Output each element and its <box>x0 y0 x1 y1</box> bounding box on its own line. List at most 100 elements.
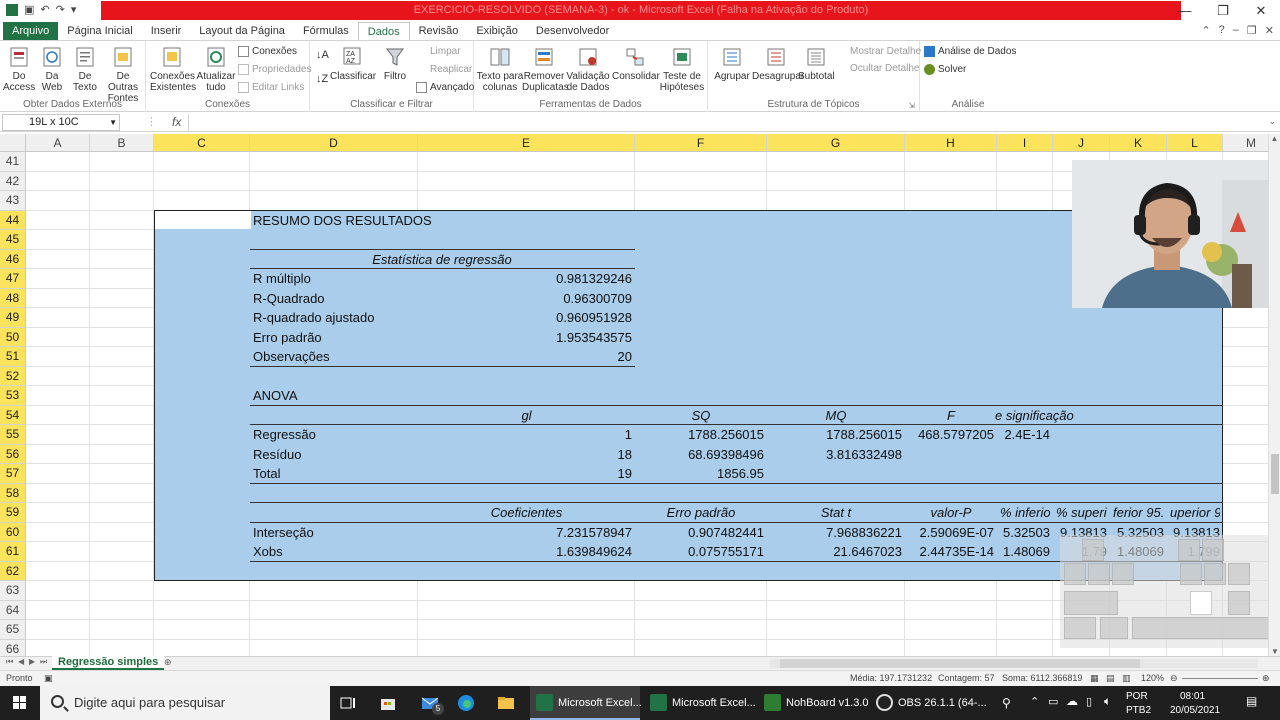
row-header-43[interactable]: 43 <box>0 191 26 211</box>
existing-connections-button[interactable]: Conexões Existentes <box>150 45 196 93</box>
taskbar-search-box[interactable]: Digite aqui para pesquisar <box>40 686 330 720</box>
column-header-i[interactable]: I <box>997 134 1053 152</box>
redo-icon[interactable]: ↷ <box>56 3 65 16</box>
row-header-58[interactable]: 58 <box>0 483 26 503</box>
what-if-analysis-button[interactable]: Teste de Hipóteses <box>658 45 706 93</box>
regression-stat-label[interactable]: Erro padrão <box>253 328 415 347</box>
tab-inserir[interactable]: Inserir <box>142 22 191 40</box>
column-header-j[interactable]: J <box>1053 134 1110 152</box>
people-icon[interactable]: ⚲ <box>1002 696 1011 710</box>
row-header-55[interactable]: 55 <box>0 425 26 445</box>
tab-layout-da-pagina[interactable]: Layout da Página <box>190 22 294 40</box>
taskbar-app-obs[interactable]: OBS 26.1.1 (64-... <box>870 686 987 720</box>
row-header-48[interactable]: 48 <box>0 288 26 308</box>
sheet-nav-prev-icon[interactable]: ◀ <box>18 657 24 666</box>
data-validation-button[interactable]: Validação de Dados <box>566 45 610 93</box>
data-analysis-button[interactable]: Análise de Dados <box>924 46 1016 57</box>
insert-function-icon[interactable]: fx <box>172 115 181 129</box>
row-header-56[interactable]: 56 <box>0 444 26 464</box>
remove-duplicates-button[interactable]: Remover Duplicatas <box>522 45 569 93</box>
anova-value-cell[interactable] <box>1000 445 1050 464</box>
regression-stat-value[interactable]: 0.981329246 <box>421 269 632 288</box>
coef-value-cell[interactable]: 2.44735E-14 <box>908 542 994 561</box>
row-header-61[interactable]: 61 <box>0 542 26 562</box>
column-header-c[interactable]: C <box>154 134 250 152</box>
row-header-65[interactable]: 65 <box>0 620 26 640</box>
mail-app[interactable]: 5 <box>418 686 444 720</box>
column-header-m[interactable]: M <box>1223 134 1268 152</box>
name-box[interactable]: 19L x 10C ▼ <box>2 114 120 131</box>
taskbar-app-excel-2[interactable]: Microsoft Excel... <box>644 686 756 720</box>
expand-formula-bar-icon[interactable]: ⌄ <box>1268 116 1276 127</box>
from-text-button[interactable]: De Texto <box>69 45 101 93</box>
minimize-button[interactable]: — <box>1166 0 1204 22</box>
tab-formulas[interactable]: Fórmulas <box>294 22 358 40</box>
help-icon[interactable]: ? <box>1219 24 1225 37</box>
regression-stats-header-cell[interactable]: Estatística de regressão <box>253 250 631 269</box>
keyboard-layout-indicator[interactable]: PTB2 <box>1126 705 1151 716</box>
text-to-columns-button[interactable]: Texto para colunas <box>476 45 524 93</box>
anova-value-cell[interactable] <box>908 445 994 464</box>
coef-header-cell[interactable]: % inferior <box>1000 503 1050 522</box>
anova-header-cell[interactable]: e significação <box>995 406 1085 425</box>
anova-value-cell[interactable]: 68.69398496 <box>638 445 764 464</box>
anova-value-cell[interactable]: 1856.95 <box>638 464 764 483</box>
column-header-d[interactable]: D <box>250 134 418 152</box>
coef-row-label[interactable]: Xobs <box>253 542 415 561</box>
tab-desenvolvedor[interactable]: Desenvolvedor <box>527 22 618 40</box>
summary-title-cell[interactable]: RESUMO DOS RESULTADOS <box>253 211 432 230</box>
tab-revisao[interactable]: Revisão <box>410 22 468 40</box>
coef-header-cell[interactable]: valor-P <box>908 503 994 522</box>
coef-value-cell[interactable]: 0.907482441 <box>638 523 764 542</box>
coef-value-cell[interactable]: 5.32503 <box>1000 523 1050 542</box>
row-header-53[interactable]: 53 <box>0 386 26 406</box>
coef-header-cell[interactable]: uperior 95.0% <box>1170 503 1220 522</box>
coef-value-cell[interactable]: 7.231578947 <box>421 523 632 542</box>
horizontal-scrollbar[interactable] <box>770 659 1258 668</box>
close-button[interactable]: ✕ <box>1242 0 1280 22</box>
language-indicator[interactable]: POR <box>1126 691 1148 702</box>
anova-value-cell[interactable] <box>908 464 994 483</box>
advanced-button[interactable]: Avançado <box>416 82 474 93</box>
connections-button[interactable]: Conexões <box>238 46 297 57</box>
reapply-button[interactable]: Reaplicar <box>416 64 472 75</box>
tab-dados[interactable]: Dados <box>357 22 410 40</box>
page-break-view-icon[interactable]: ▥ <box>1122 673 1131 684</box>
edge-browser-icon[interactable] <box>456 693 476 713</box>
clear-button[interactable]: Limpar <box>416 46 461 57</box>
column-header-h[interactable]: H <box>905 134 997 152</box>
tab-pagina-inicial[interactable]: Página Inicial <box>58 22 141 40</box>
vertical-scrollbar[interactable]: ▲ ▼ <box>1268 134 1280 656</box>
regression-stat-value[interactable]: 0.96300709 <box>421 289 632 308</box>
tab-arquivo[interactable]: Arquivo <box>3 22 59 40</box>
zoom-in-icon[interactable]: ⊕ <box>1262 673 1270 684</box>
anova-value-cell[interactable]: 468.5797205 <box>908 425 994 444</box>
row-header-54[interactable]: 54 <box>0 405 26 425</box>
edit-links-button[interactable]: Editar Links <box>238 82 304 93</box>
coef-header-cell[interactable]: % superior <box>1056 503 1107 522</box>
coef-row-label[interactable]: Interseção <box>253 523 415 542</box>
show-detail-button[interactable]: Mostrar Detalhe <box>836 46 921 57</box>
row-header-62[interactable]: 62 <box>0 561 26 581</box>
outline-dialog-launcher-icon[interactable]: ⇲ <box>908 101 915 110</box>
coef-value-cell[interactable]: 21.6467023 <box>770 542 902 561</box>
anova-value-cell[interactable] <box>1000 464 1050 483</box>
refresh-all-button[interactable]: Atualizar tudo <box>196 45 236 93</box>
row-header-46[interactable]: 46 <box>0 249 26 269</box>
anova-value-cell[interactable]: 1788.256015 <box>770 425 902 444</box>
anova-header-cell[interactable]: gl <box>421 406 632 425</box>
taskbar-app-nohboard[interactable]: NohBoard v1.3.0 <box>758 686 869 720</box>
save-icon[interactable]: ▣ <box>24 3 34 16</box>
column-header-k[interactable]: K <box>1110 134 1167 152</box>
horizontal-scroll-thumb[interactable] <box>780 659 1140 668</box>
anova-value-cell[interactable] <box>770 464 902 483</box>
doc-restore-icon[interactable]: ❐ <box>1247 24 1257 37</box>
clock-time[interactable]: 08:01 <box>1180 691 1205 702</box>
row-header-45[interactable]: 45 <box>0 230 26 250</box>
from-web-button[interactable]: Da Web <box>37 45 67 93</box>
ungroup-button[interactable]: Desagrupar <box>752 45 804 82</box>
sheet-tab-regressao-simples[interactable]: Regressão simples <box>52 656 165 670</box>
coef-value-cell[interactable]: 0.075755171 <box>638 542 764 561</box>
row-header-47[interactable]: 47 <box>0 269 26 289</box>
undo-icon[interactable]: ↶ <box>40 3 49 16</box>
